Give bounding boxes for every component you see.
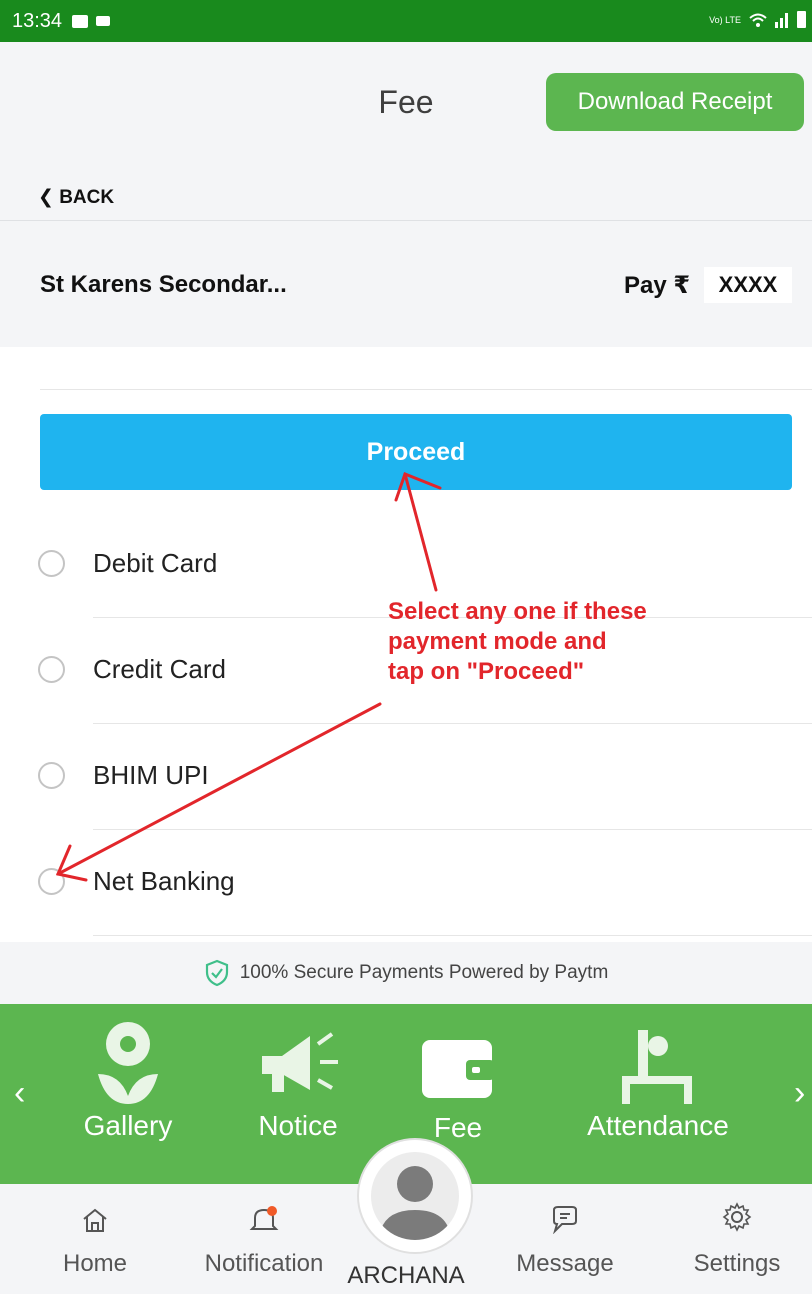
chevron-left-icon[interactable]: ‹ [14,1074,25,1113]
secure-payments-bar: 100% Secure Payments Powered by Paytm [0,942,812,1004]
home-icon [83,1208,107,1232]
secure-text: 100% Secure Payments Powered by Paytm [239,962,609,983]
desk-person-icon [622,1030,692,1104]
chat-icon [553,1206,577,1234]
module-attendance[interactable]: Attendance [576,1004,740,1184]
user-silhouette-icon [371,1152,459,1240]
shield-check-icon [205,959,228,987]
flower-icon [98,1022,158,1104]
wallet-icon [422,1040,494,1098]
gear-icon [722,1202,752,1232]
user-name: ARCHANA [347,1262,465,1289]
annotation-text: Select any one if these payment mode and… [388,598,647,685]
arrowhead-proceed [394,472,442,502]
arrow-to-proceed [403,472,438,592]
module-label: Attendance [587,1110,729,1141]
avatar[interactable] [357,1138,473,1254]
bell-icon [249,1206,279,1230]
arrow-to-net-banking [56,702,382,876]
module-notice[interactable]: Notice [246,1004,350,1184]
module-label: Gallery [83,1110,173,1141]
module-gallery[interactable]: Gallery [70,1004,186,1184]
module-label: Notice [258,1110,338,1141]
chevron-right-icon[interactable]: › [794,1074,805,1113]
megaphone-icon [262,1032,338,1092]
